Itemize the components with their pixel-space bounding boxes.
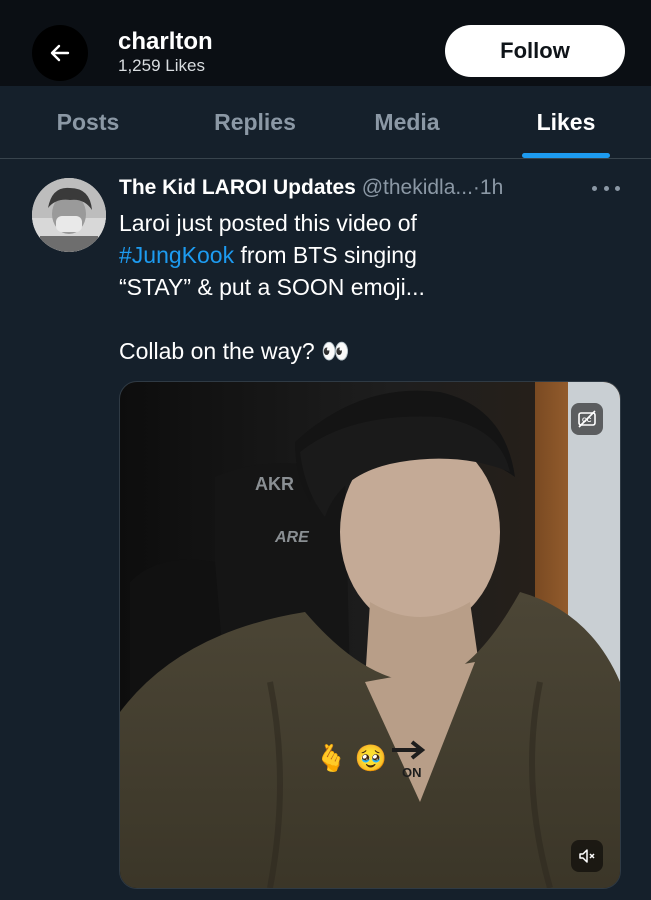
captions-button[interactable]: CC bbox=[571, 403, 603, 435]
tab-likes[interactable]: Likes bbox=[506, 86, 626, 158]
tab-media[interactable]: Media bbox=[347, 86, 467, 158]
captions-icon: CC bbox=[578, 410, 596, 428]
author-avatar[interactable] bbox=[32, 178, 106, 252]
tweet-text-line: Collab on the way? 👀 bbox=[119, 338, 350, 364]
profile-likes-count: 1,259 Likes bbox=[118, 56, 205, 75]
tweet-text-line: #JungKook from BTS singing bbox=[119, 239, 599, 271]
speaker-muted-icon bbox=[579, 849, 595, 863]
chair-logo-text: AKR bbox=[255, 474, 294, 494]
mute-button[interactable] bbox=[571, 840, 603, 872]
author-name[interactable]: The Kid LAROI Updates bbox=[119, 176, 356, 199]
chair-brand-text: ARE bbox=[274, 529, 310, 546]
tweet-text-line: “STAY” & put a SOON emoji... bbox=[119, 274, 425, 300]
hashtag-link[interactable]: #JungKook bbox=[119, 242, 234, 268]
follow-button[interactable]: Follow bbox=[445, 25, 625, 77]
overlay-emojis: 🫰 🥹 bbox=[315, 743, 387, 773]
tweet-time[interactable]: 1h bbox=[480, 176, 503, 199]
profile-name: charlton bbox=[118, 28, 213, 55]
profile-tabs: Posts Replies Media Likes bbox=[0, 86, 651, 159]
tweet-header: The Kid LAROI Updates @thekidla...·1h bbox=[119, 176, 599, 200]
tab-replies[interactable]: Replies bbox=[195, 86, 315, 158]
avatar-image bbox=[32, 178, 106, 252]
arrow-left-icon bbox=[50, 44, 70, 62]
tab-posts[interactable]: Posts bbox=[28, 86, 148, 158]
tweet-text-line: Laroi just posted this video of bbox=[119, 210, 417, 236]
tweet-text: Laroi just posted this video of #JungKoo… bbox=[119, 207, 599, 367]
active-tab-indicator bbox=[522, 153, 610, 158]
overlay-sticker-text: ON bbox=[402, 765, 422, 780]
more-options-icon[interactable] bbox=[592, 183, 620, 193]
back-button[interactable] bbox=[32, 25, 88, 81]
time-separator: · bbox=[472, 176, 480, 199]
tweet-text-fragment: from BTS singing bbox=[234, 242, 417, 268]
tweet-video[interactable]: AKR ARE 🫰 🥹 ON CC bbox=[119, 381, 621, 889]
author-handle[interactable]: @thekidla... bbox=[362, 176, 473, 199]
profile-header: charlton 1,259 Likes Follow bbox=[0, 0, 651, 86]
video-frame: AKR ARE 🫰 🥹 ON bbox=[120, 382, 620, 888]
